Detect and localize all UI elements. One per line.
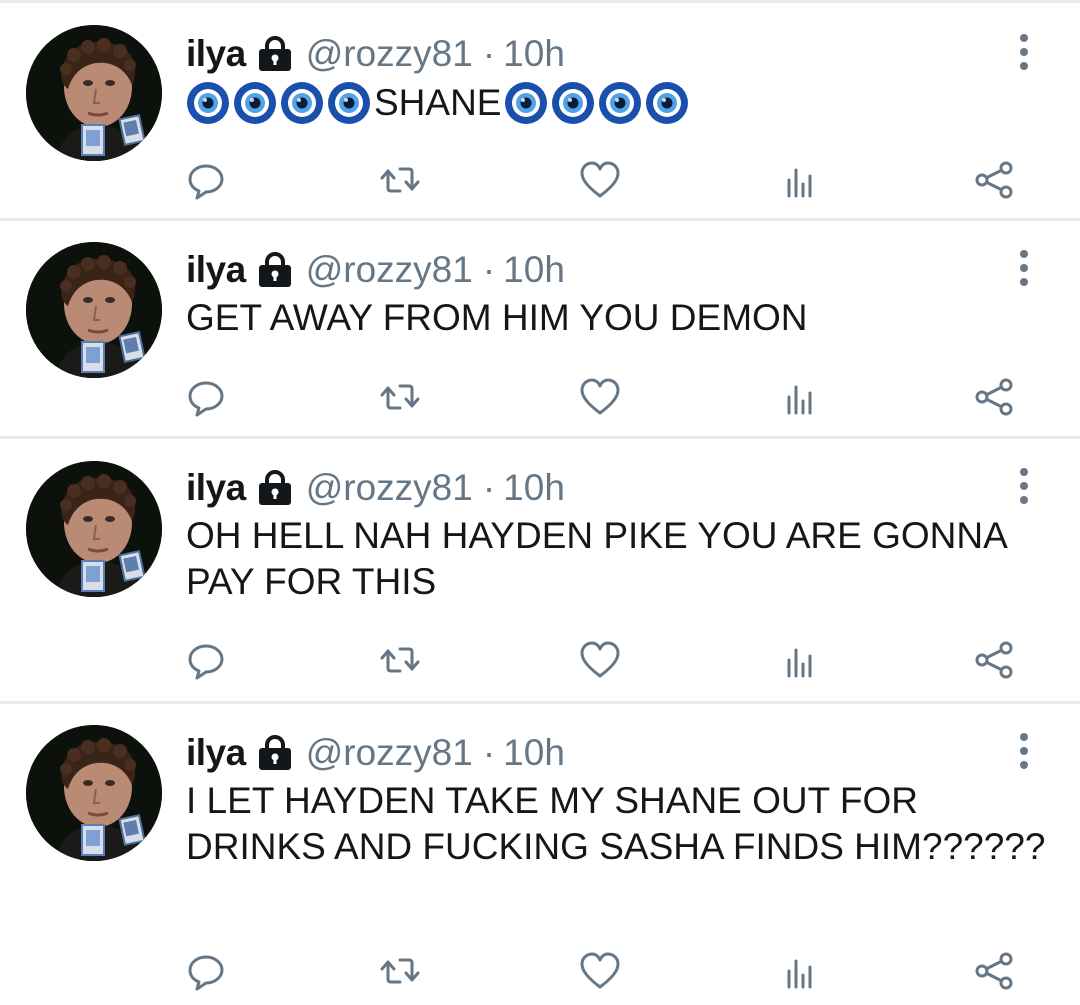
avatar[interactable]: [26, 725, 162, 861]
handle[interactable]: @rozzy81: [306, 250, 473, 290]
tweet-actions: [0, 375, 1080, 419]
tweet-actions: [0, 158, 1080, 202]
reply-icon[interactable]: [184, 949, 228, 993]
reply-icon[interactable]: [184, 375, 228, 419]
separator: ·: [482, 732, 496, 773]
tweet[interactable]: ilya @rozzy81 · 10h GET AWAY FROM HIM YO…: [0, 220, 1080, 439]
display-name[interactable]: ilya: [186, 468, 246, 508]
nazar-amulet-icon: [186, 81, 230, 125]
tweet-header: ilya @rozzy81 · 10h: [186, 250, 565, 290]
retweet-icon[interactable]: [378, 949, 422, 993]
more-options-icon[interactable]: [1014, 248, 1034, 288]
share-icon[interactable]: [972, 949, 1016, 993]
display-name[interactable]: ilya: [186, 733, 246, 773]
retweet-icon[interactable]: [378, 158, 422, 202]
timestamp[interactable]: 10h: [503, 733, 565, 773]
separator: ·: [482, 467, 496, 508]
tweet-text: SHANE: [186, 80, 692, 126]
display-name[interactable]: ilya: [186, 250, 246, 290]
tweet-text-content: SHANE: [374, 82, 502, 123]
tweet[interactable]: ilya @rozzy81 · 10h I LET HAYDEN TAKE MY…: [0, 703, 1080, 1005]
reply-icon[interactable]: [184, 638, 228, 682]
display-name[interactable]: ilya: [186, 34, 246, 74]
lock-icon: [256, 469, 294, 506]
like-icon[interactable]: [578, 949, 622, 993]
more-options-icon[interactable]: [1014, 32, 1034, 72]
tweet-header: ilya @rozzy81 · 10h: [186, 34, 565, 74]
lock-icon: [256, 251, 294, 288]
avatar[interactable]: [26, 25, 162, 161]
like-icon[interactable]: [578, 638, 622, 682]
analytics-icon[interactable]: [776, 949, 820, 993]
nazar-amulet-icon: [233, 81, 277, 125]
lock-icon: [256, 35, 294, 72]
timestamp[interactable]: 10h: [503, 34, 565, 74]
timestamp[interactable]: 10h: [503, 468, 565, 508]
tweet-header: ilya @rozzy81 · 10h: [186, 468, 565, 508]
tweet-text: OH HELL NAH HAYDEN PIKE YOU ARE GONNA PA…: [186, 515, 1006, 602]
handle[interactable]: @rozzy81: [306, 34, 473, 74]
analytics-icon[interactable]: [776, 638, 820, 682]
retweet-icon[interactable]: [378, 375, 422, 419]
nazar-amulet-icon: [327, 81, 371, 125]
like-icon[interactable]: [578, 158, 622, 202]
share-icon[interactable]: [972, 638, 1016, 682]
separator: ·: [482, 249, 496, 290]
more-options-icon[interactable]: [1014, 731, 1034, 771]
lock-icon: [256, 734, 294, 771]
retweet-icon[interactable]: [378, 638, 422, 682]
analytics-icon[interactable]: [776, 158, 820, 202]
nazar-amulet-icon: [551, 81, 595, 125]
handle[interactable]: @rozzy81: [306, 733, 473, 773]
tweet-text: I LET HAYDEN TAKE MY SHANE OUT FOR DRINK…: [186, 780, 1046, 867]
separator: ·: [482, 33, 496, 74]
nazar-amulet-icon: [504, 81, 548, 125]
share-icon[interactable]: [972, 158, 1016, 202]
timestamp[interactable]: 10h: [503, 250, 565, 290]
more-options-icon[interactable]: [1014, 466, 1034, 506]
share-icon[interactable]: [972, 375, 1016, 419]
tweet-header: ilya @rozzy81 · 10h: [186, 733, 565, 773]
handle[interactable]: @rozzy81: [306, 468, 473, 508]
tweet[interactable]: ilya @rozzy81 · 10h OH HELL NAH HAYDEN P…: [0, 438, 1080, 704]
nazar-amulet-icon: [645, 81, 689, 125]
nazar-amulet-icon: [598, 81, 642, 125]
reply-icon[interactable]: [184, 158, 228, 202]
like-icon[interactable]: [578, 375, 622, 419]
nazar-amulet-icon: [280, 81, 324, 125]
tweet-text: GET AWAY FROM HIM YOU DEMON: [186, 297, 808, 338]
tweet-actions: [0, 949, 1080, 993]
avatar[interactable]: [26, 461, 162, 597]
tweet[interactable]: ilya @rozzy81 · 10h SHANE: [0, 0, 1080, 221]
avatar[interactable]: [26, 242, 162, 378]
analytics-icon[interactable]: [776, 375, 820, 419]
tweet-actions: [0, 638, 1080, 682]
